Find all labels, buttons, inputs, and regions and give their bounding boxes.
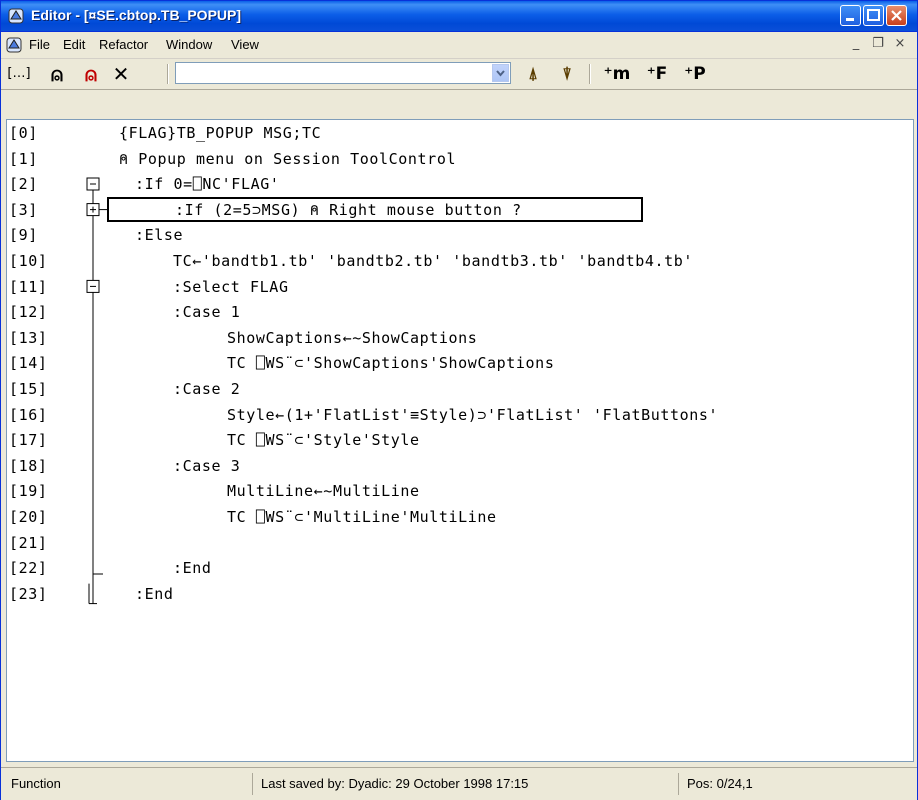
line-text: :If 0=⎕NC'FLAG' bbox=[135, 175, 280, 194]
close-icon bbox=[891, 10, 902, 21]
line-text: :End bbox=[135, 584, 174, 603]
chevron-down-icon[interactable] bbox=[492, 64, 509, 82]
search-combobox[interactable] bbox=[175, 62, 511, 84]
line-number: [19] bbox=[9, 482, 48, 501]
maximize-button[interactable] bbox=[863, 5, 884, 26]
menu-file[interactable]: File bbox=[29, 37, 50, 52]
title-bar[interactable]: Editor - [¤SE.cbtop.TB_POPUP] bbox=[1, 1, 917, 32]
mdi-controls: _ ❐ × bbox=[845, 36, 911, 51]
menu-bar: File Edit Refactor Window View _ ❐ × bbox=[1, 32, 917, 59]
line-text: TC ⎕WS¨⊂'ShowCaptions'ShowCaptions bbox=[227, 354, 555, 373]
line-number: [12] bbox=[9, 303, 48, 322]
new-property-icon[interactable]: ⁺P bbox=[679, 63, 711, 85]
line-number: [21] bbox=[9, 533, 48, 552]
maximize-icon bbox=[867, 9, 880, 21]
line-number: [9] bbox=[9, 226, 38, 245]
code-editor[interactable]: [0] {FLAG}TB_POPUP MSG;TC [1] ⍝ Popup menu … bbox=[6, 119, 914, 762]
line-text: Style←(1+'FlatList'≡Style)⊃'FlatList' 'F… bbox=[227, 405, 719, 424]
menu-window[interactable]: Window bbox=[166, 37, 212, 52]
line-number: [10] bbox=[9, 252, 48, 270]
mdi-close-button[interactable]: × bbox=[889, 36, 911, 51]
line-number: [18] bbox=[9, 456, 48, 475]
delete-icon[interactable]: ✕ bbox=[109, 63, 133, 85]
comment-block-icon[interactable]: […] bbox=[7, 63, 31, 85]
line-text: :End bbox=[173, 559, 212, 578]
editor-window: Editor - [¤SE.cbtop.TB_POPUP] File Edit … bbox=[0, 0, 918, 800]
line-text: {FLAG}TB_POPUP MSG;TC bbox=[119, 124, 322, 142]
new-method-icon[interactable]: ⁺m bbox=[599, 63, 635, 85]
mdi-minimize-button[interactable]: _ bbox=[845, 36, 867, 51]
line-number: [0] bbox=[9, 124, 38, 142]
toolbar-separator bbox=[167, 64, 169, 84]
uncomment-glyph: ⍝ bbox=[85, 62, 97, 86]
status-last-saved: Last saved by: Dyadic: 29 October 1998 1… bbox=[255, 773, 679, 795]
line-number: [15] bbox=[9, 380, 48, 398]
line-text: :Case 2 bbox=[173, 380, 241, 398]
line-text: :Select FLAG bbox=[173, 277, 289, 296]
close-button[interactable] bbox=[886, 5, 907, 26]
mdi-restore-button[interactable]: ❐ bbox=[867, 36, 889, 51]
menu-refactor[interactable]: Refactor bbox=[99, 37, 148, 52]
toolbar: […] ⍝ ⍝ ✕ ⍋ ⍒ ⁺m ⁺F ⁺P bbox=[1, 59, 917, 90]
minimize-icon bbox=[846, 18, 854, 21]
window-title: Editor - [¤SE.cbtop.TB_POPUP] bbox=[31, 7, 242, 23]
uncomment-icon[interactable]: ⍝ bbox=[79, 63, 103, 85]
status-position: Pos: 0/24,1 bbox=[687, 776, 753, 791]
replace-icon[interactable]: ⍒ bbox=[553, 63, 581, 85]
line-text: TC ⎕WS¨⊂'MultiLine'MultiLine bbox=[227, 508, 497, 526]
line-number: [11] bbox=[9, 277, 48, 296]
selected-line-box bbox=[107, 196, 643, 223]
line-text: :Case 3 bbox=[173, 456, 241, 475]
line-text: ⍝ Popup menu on Session ToolControl bbox=[119, 149, 457, 168]
minimize-button[interactable] bbox=[840, 5, 861, 26]
line-number: [22] bbox=[9, 559, 48, 578]
line-number: [23] bbox=[9, 584, 48, 603]
new-function-icon[interactable]: ⁺F bbox=[641, 63, 673, 85]
line-text: MultiLine←~MultiLine bbox=[227, 482, 420, 501]
comment-icon[interactable]: ⍝ bbox=[45, 63, 69, 85]
line-number: [17] bbox=[9, 431, 48, 450]
app-icon bbox=[8, 8, 24, 24]
line-text: TC←'bandtb1.tb' 'bandtb2.tb' 'bandtb3.tb… bbox=[173, 252, 694, 270]
status-object-type: Function bbox=[5, 773, 253, 795]
line-number: [3] bbox=[9, 200, 38, 219]
line-number: [13] bbox=[9, 328, 48, 347]
line-text: ShowCaptions←~ShowCaptions bbox=[227, 328, 478, 347]
line-number: [20] bbox=[9, 508, 48, 526]
line-text: TC ⎕WS¨⊂'Style'Style bbox=[227, 431, 420, 450]
menu-view[interactable]: View bbox=[231, 37, 259, 52]
menu-edit[interactable]: Edit bbox=[63, 37, 85, 52]
status-bar: Function Last saved by: Dyadic: 29 Octob… bbox=[1, 767, 917, 800]
document-icon[interactable] bbox=[5, 36, 23, 54]
line-text: :Case 1 bbox=[173, 303, 241, 322]
line-number: [14] bbox=[9, 354, 48, 373]
line-number: [1] bbox=[9, 149, 38, 168]
toolbar-separator bbox=[589, 64, 591, 84]
search-icon[interactable]: ⍋ bbox=[519, 63, 547, 85]
line-number: [2] bbox=[9, 175, 38, 194]
line-number: [16] bbox=[9, 405, 48, 424]
line-text: :Else bbox=[135, 226, 184, 245]
